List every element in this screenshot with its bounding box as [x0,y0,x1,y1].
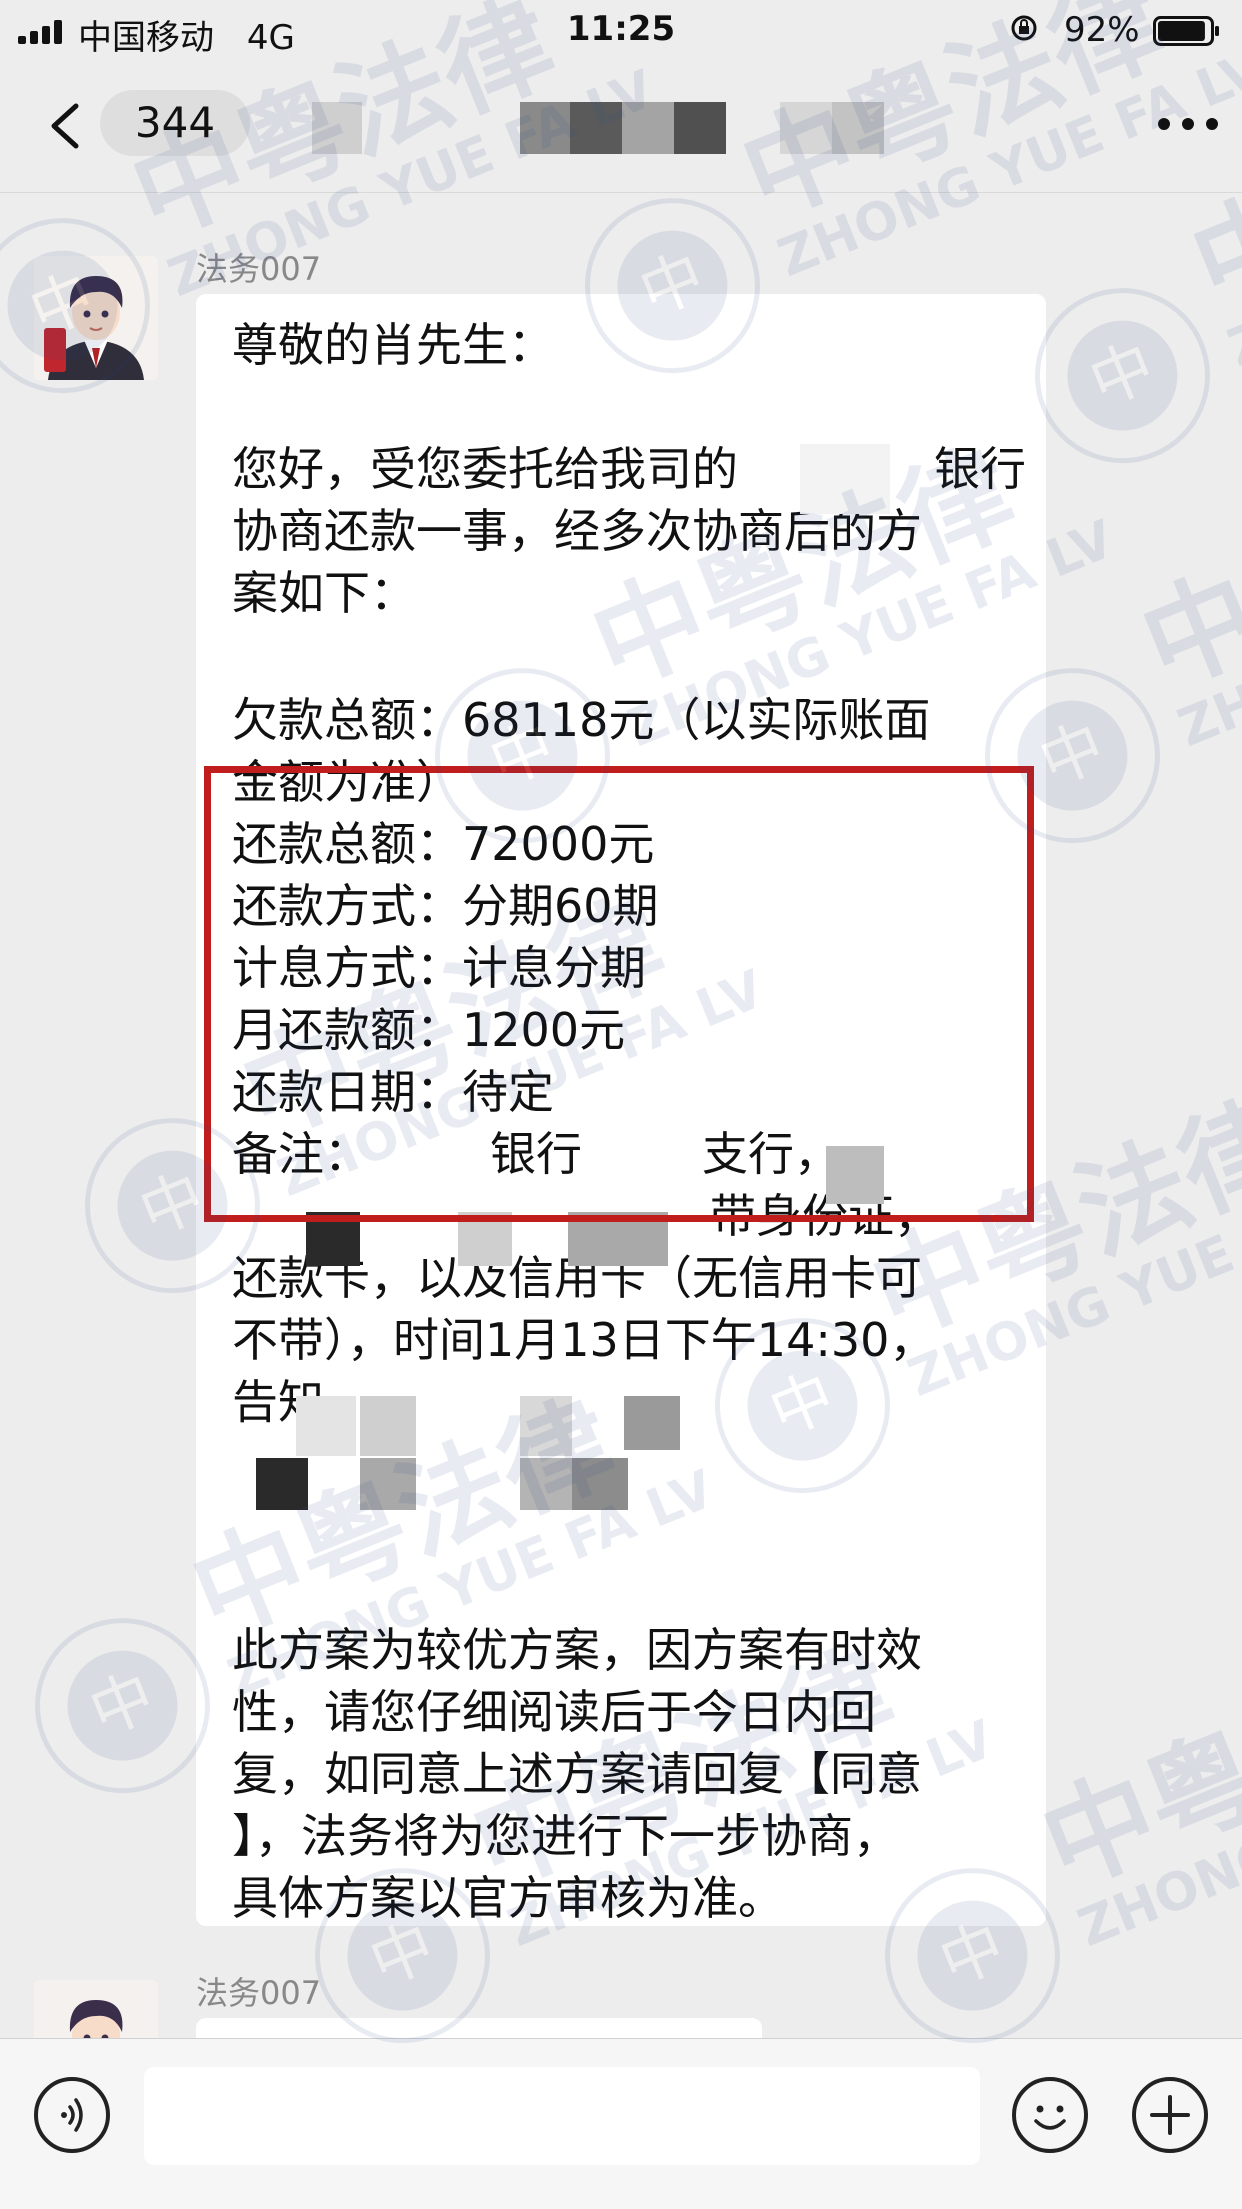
closing-line: 此方案为较优方案，因方案有时效 [232,1623,922,1677]
svg-text:ZHONG YUE FA LV: ZHONG YUE FA LV [1070,1709,1242,1958]
intro-line: 案如下： [232,566,416,620]
input-bar [0,2038,1242,2209]
more-button[interactable] [1148,110,1228,140]
closing-line: 】，法务将为您进行下一步协商， [232,1809,899,1863]
status-time: 11:25 [566,9,676,49]
lawyer-avatar-icon [34,1980,158,2038]
svg-text:中: 中 [1079,329,1164,420]
plus-icon [1150,2095,1190,2135]
svg-text:中粤法律: 中粤法律 [1025,1626,1242,1910]
redacted-area [360,1458,416,1510]
lawyer-avatar-icon [34,256,158,380]
battery-icon [1153,16,1219,46]
redacted-area [520,1396,572,1456]
closing-line: 具体方案以官方审核为准。 [232,1871,784,1925]
plan-line-total-debt: 欠款总额：68118元（以实际账面 [232,693,931,747]
redacted-area [520,1458,572,1510]
message-input[interactable] [144,2067,980,2165]
sender-name: 法务007 [196,250,322,288]
redacted-area [572,1458,628,1510]
svg-text:中粤法律: 中粤法律 [1125,426,1242,710]
intro-bank-word: 银行 [934,442,1026,496]
sender-name: 法务007 [196,1974,322,2012]
message-bubble[interactable] [196,2018,762,2038]
voice-icon [61,2098,83,2132]
intro-line: 您好，受您委托给我司的 银行 [232,438,1026,500]
chevron-left-icon [51,103,79,149]
svg-text:中: 中 [79,1659,164,1750]
highlight-frame [204,766,1034,1222]
chat-header: 344 [0,62,1242,193]
redacted-area [624,1396,680,1450]
redacted-area [296,1396,356,1456]
voice-button[interactable] [34,2077,110,2153]
closing-line: 性，请您仔细阅读后于今日内回 [232,1685,876,1739]
rotation-lock-icon [1011,15,1037,41]
greeting-line: 尊敬的肖先生： [232,318,554,372]
note-line: 不带），时间1月13日下午14:30， [232,1313,936,1367]
svg-text:ZHONG YUE FA LV: ZHONG YUE FA LV [1170,509,1242,758]
add-button[interactable] [1132,2077,1208,2153]
sender-avatar[interactable] [34,1980,158,2038]
redacted-area [256,1458,308,1510]
battery-percent: 92% [1064,10,1140,50]
back-button[interactable]: 344 [38,90,250,160]
chat-title-redacted [312,102,936,154]
intro-line: 协商还款一事，经多次协商后的方 [232,504,922,558]
status-bar: 中国移动 4G 11:25 92% [0,0,1242,62]
unread-count-badge: 344 [100,90,250,156]
redacted-area [360,1396,416,1456]
sender-avatar[interactable] [34,256,158,380]
redacted-area [800,444,890,514]
message-bubble[interactable]: 尊敬的肖先生： 您好，受您委托给我司的 银行 协商还款一事，经多次协商后的方 案… [196,294,1046,1926]
emoji-icon [1034,2105,1066,2130]
closing-line: 复，如同意上述方案请回复【同意 [232,1747,922,1801]
emoji-button[interactable] [1012,2077,1088,2153]
